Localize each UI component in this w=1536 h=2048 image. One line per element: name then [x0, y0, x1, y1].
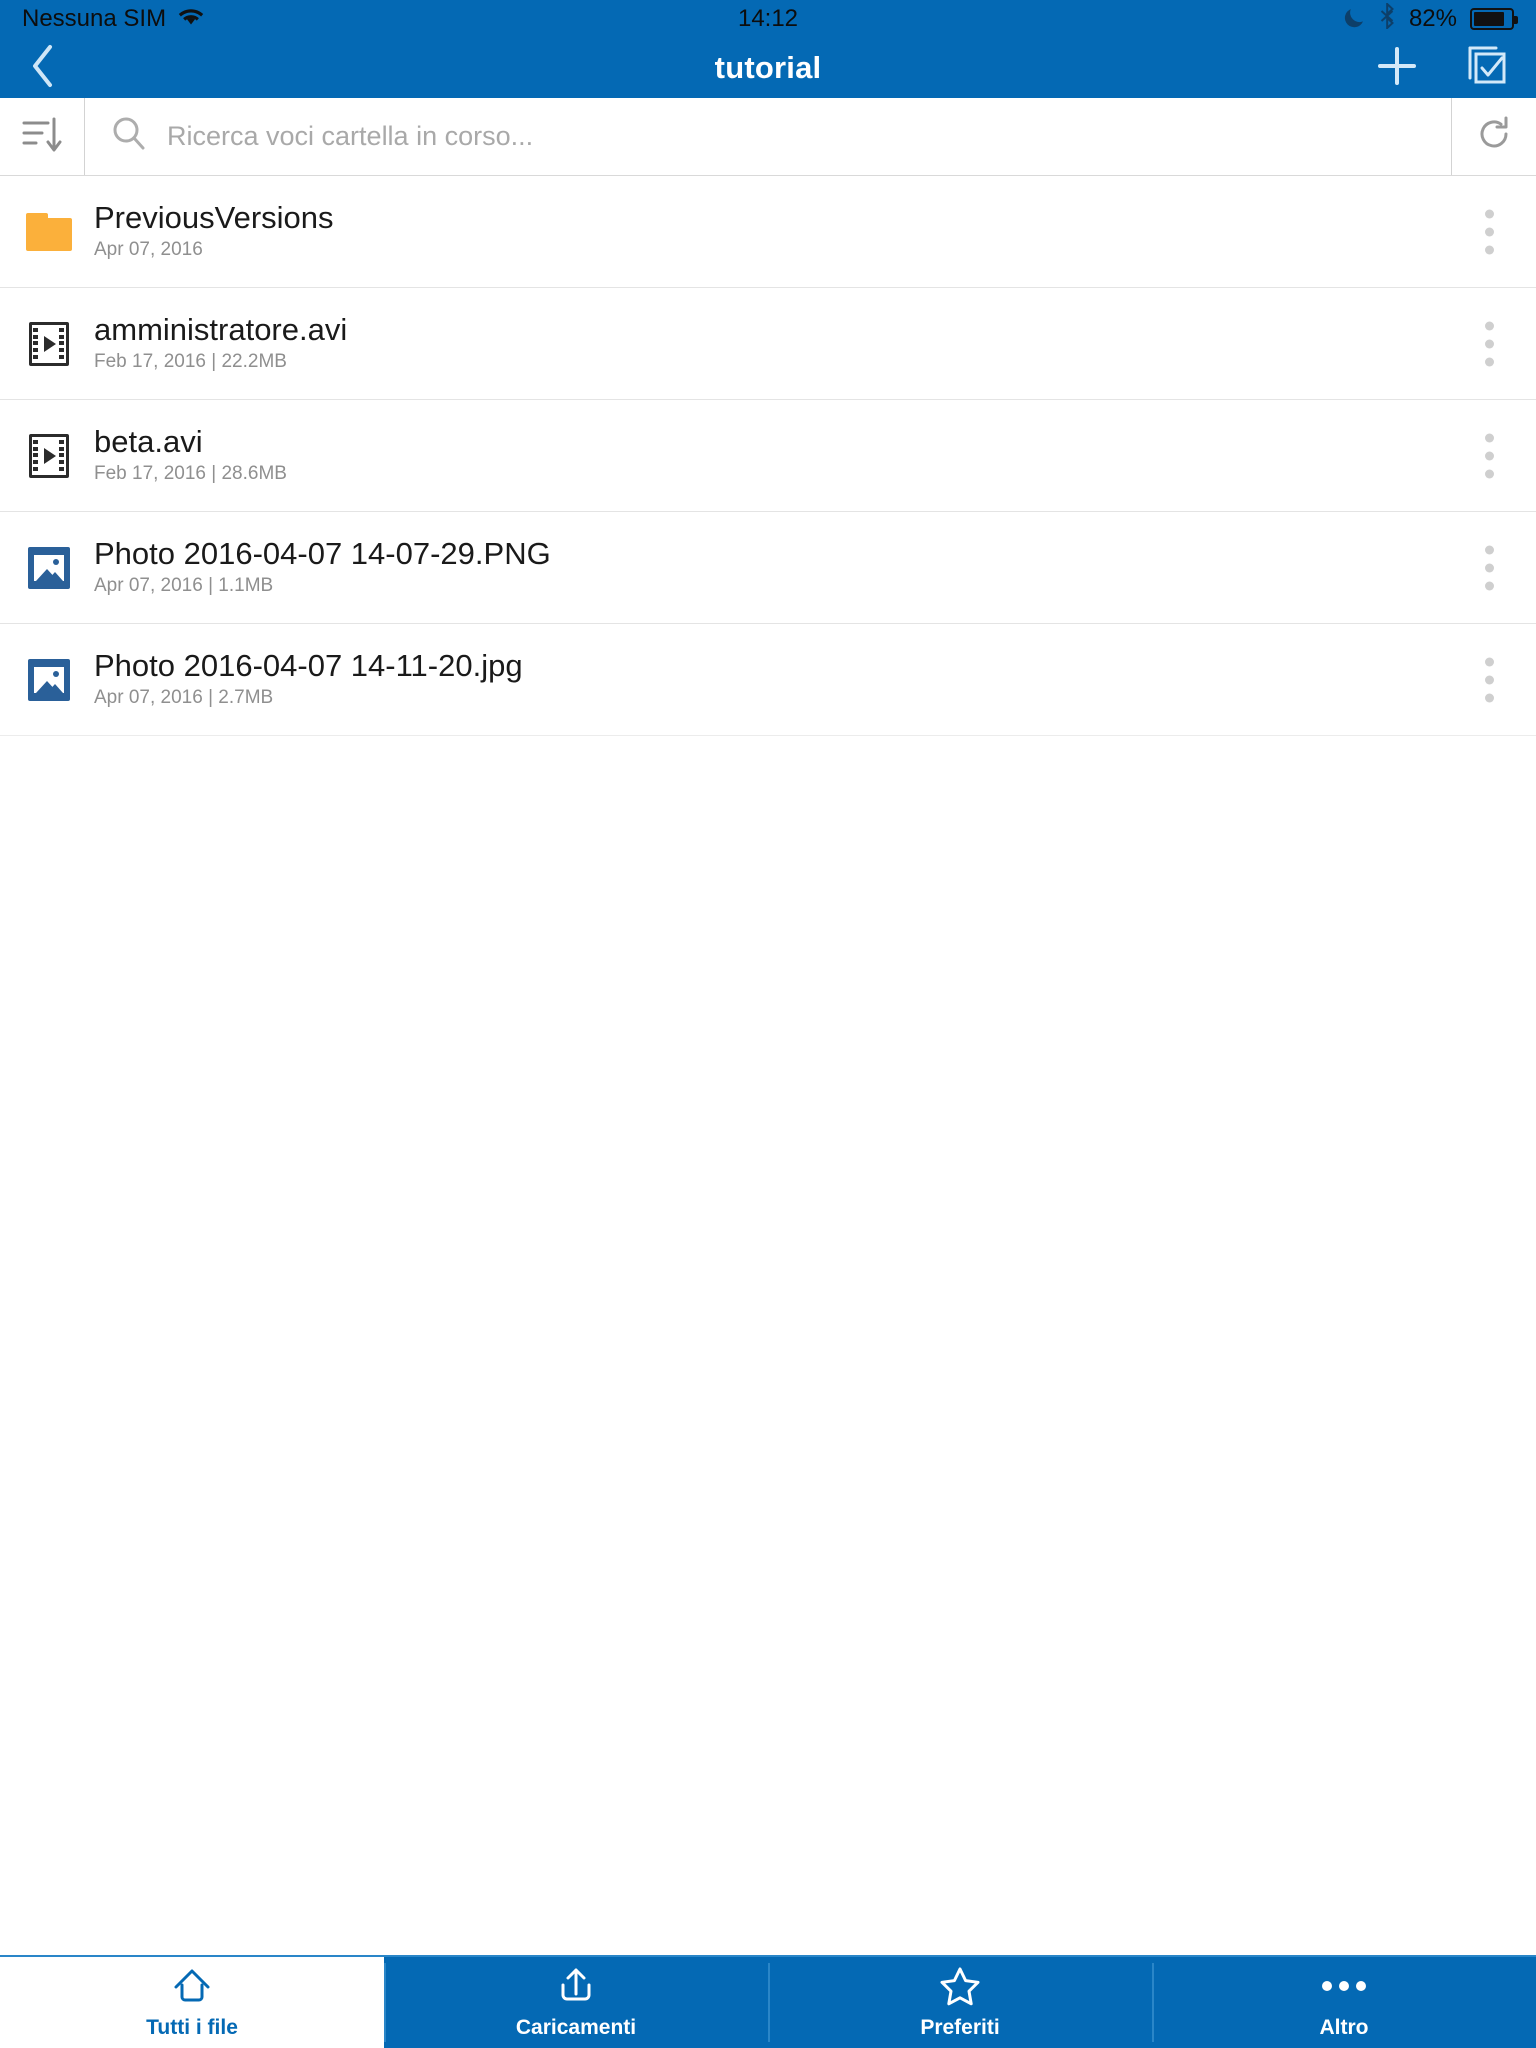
tab-label: Caricamenti [515, 2016, 637, 2039]
battery-icon [1470, 8, 1518, 30]
more-vertical-icon[interactable] [1477, 201, 1502, 262]
refresh-icon [1473, 113, 1515, 160]
more-vertical-icon[interactable] [1477, 313, 1502, 374]
file-meta: Apr 07, 2016 | 2.7MB [94, 687, 274, 709]
file-meta: Feb 17, 2016 | 28.6MB [94, 463, 287, 485]
navigation-bar: tutorial [0, 38, 1536, 98]
status-bar-right: 82% [1344, 1, 1518, 36]
clock: 14:12 [737, 5, 799, 32]
file-name: amministratore.avi [94, 311, 348, 347]
upload-icon [554, 1965, 598, 2007]
tab-all-files[interactable]: Tutti i file [0, 1957, 384, 2048]
table-row[interactable]: amministratore.avi Feb 17, 2016 | 22.2MB [0, 288, 1536, 400]
video-file-icon [18, 433, 80, 478]
file-info: Photo 2016-04-07 14-11-20.jpg Apr 07, 20… [94, 647, 523, 710]
folder-icon [18, 212, 80, 251]
file-meta: Feb 17, 2016 | 22.2MB [94, 351, 287, 373]
status-bar: Nessuna SIM 14:12 82% [0, 0, 1536, 38]
tab-label: Altro [1319, 2016, 1369, 2039]
search-field[interactable]: Ricerca voci cartella in corso... [85, 98, 1451, 175]
file-name: beta.avi [94, 423, 203, 459]
table-row[interactable]: beta.avi Feb 17, 2016 | 28.6MB [0, 400, 1536, 512]
tab-more[interactable]: Altro [1152, 1957, 1536, 2048]
battery-percent-label: 82% [1408, 5, 1457, 32]
tab-favorites[interactable]: Preferiti [768, 1957, 1152, 2048]
sort-descending-icon [20, 113, 64, 160]
app-screen: Nessuna SIM 14:12 82% tutorial Ricerca v… [0, 0, 1536, 2048]
more-vertical-icon[interactable] [1477, 649, 1502, 710]
chevron-left-icon [28, 43, 56, 94]
file-info: PreviousVersions Apr 07, 2016 [94, 199, 334, 262]
add-button[interactable] [1376, 45, 1418, 92]
multi-select-icon [1466, 45, 1508, 92]
video-file-icon [18, 321, 80, 366]
tab-bar: Tutti i file Caricamenti Preferiti Altro [0, 1955, 1536, 2048]
search-icon [111, 116, 147, 157]
file-info: beta.avi Feb 17, 2016 | 28.6MB [94, 423, 287, 486]
navigation-actions [1376, 45, 1508, 92]
image-file-icon [18, 658, 80, 701]
file-list: PreviousVersions Apr 07, 2016 amministra… [0, 176, 1536, 1955]
page-title: tutorial [714, 50, 822, 85]
file-info: Photo 2016-04-07 14-07-29.PNG Apr 07, 20… [94, 535, 551, 598]
file-name: PreviousVersions [94, 199, 334, 235]
moon-icon [1344, 4, 1366, 35]
tab-label: Preferiti [920, 2016, 1000, 2039]
file-name: Photo 2016-04-07 14-11-20.jpg [94, 647, 523, 683]
multi-select-button[interactable] [1466, 45, 1508, 92]
file-meta: Apr 07, 2016 [94, 239, 203, 261]
search-input[interactable]: Ricerca voci cartella in corso... [167, 121, 533, 152]
image-file-icon [18, 546, 80, 589]
more-vertical-icon[interactable] [1477, 537, 1502, 598]
tab-label: Tutti i file [146, 2016, 238, 2039]
table-row[interactable]: Photo 2016-04-07 14-07-29.PNG Apr 07, 20… [0, 512, 1536, 624]
file-meta: Apr 07, 2016 | 1.1MB [94, 575, 274, 597]
file-info: amministratore.avi Feb 17, 2016 | 22.2MB [94, 311, 348, 374]
bluetooth-icon [1379, 1, 1396, 36]
refresh-button[interactable] [1452, 98, 1536, 175]
table-row[interactable]: Photo 2016-04-07 14-11-20.jpg Apr 07, 20… [0, 624, 1536, 736]
more-vertical-icon[interactable] [1477, 425, 1502, 486]
back-button[interactable] [28, 43, 56, 94]
table-row[interactable]: PreviousVersions Apr 07, 2016 [0, 176, 1536, 288]
tab-uploads[interactable]: Caricamenti [384, 1957, 768, 2048]
star-icon [938, 1965, 982, 2007]
home-icon [170, 1965, 214, 2007]
plus-icon [1376, 45, 1418, 92]
sort-button[interactable] [0, 98, 84, 175]
file-name: Photo 2016-04-07 14-07-29.PNG [94, 535, 551, 571]
more-horizontal-icon [1322, 1965, 1366, 2007]
search-toolbar: Ricerca voci cartella in corso... [0, 98, 1536, 176]
